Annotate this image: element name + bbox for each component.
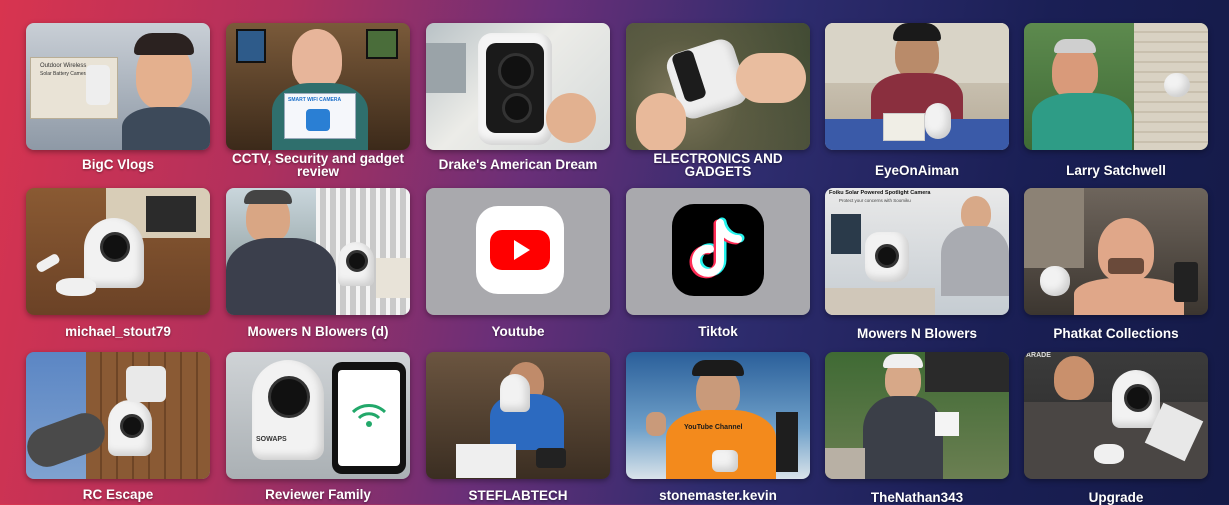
channel-thumbnail[interactable] bbox=[26, 352, 210, 479]
channel-thumbnail[interactable] bbox=[226, 188, 410, 315]
channel-grid: Outdoor Wireless Solar Battery Camera Bi… bbox=[0, 0, 1229, 504]
box-text: SMART WIFI CAMERA bbox=[288, 97, 342, 103]
channel-thumbnail[interactable]: ARADE bbox=[1024, 352, 1208, 479]
channel-card-thenathan343[interactable]: TheNathan343 bbox=[825, 352, 1009, 504]
channel-thumbnail[interactable]: Foiku Solar Powered Spotlight Camera Pro… bbox=[825, 188, 1009, 315]
shirt-text: YouTube Channel bbox=[684, 424, 743, 431]
channel-name[interactable]: Drake's American Dream bbox=[426, 158, 610, 172]
channel-thumbnail[interactable] bbox=[825, 352, 1009, 479]
channel-name[interactable]: Tiktok bbox=[626, 325, 810, 339]
banner-text: Foiku Solar Powered Spotlight Camera bbox=[829, 190, 931, 196]
channel-name[interactable]: TheNathan343 bbox=[825, 491, 1009, 505]
tiktok-logo-icon bbox=[672, 204, 764, 296]
channel-name[interactable]: CCTV, Security and gadget review bbox=[226, 152, 410, 179]
channel-card-michael-stout79[interactable]: michael_stout79 bbox=[26, 188, 210, 338]
corner-tag: ARADE bbox=[1026, 352, 1051, 359]
channel-card-phatkat-collections[interactable]: Phatkat Collections bbox=[1024, 188, 1208, 340]
channel-thumbnail[interactable] bbox=[626, 23, 810, 150]
channel-thumbnail[interactable]: SMART WIFI CAMERA bbox=[226, 23, 410, 150]
channel-name[interactable]: michael_stout79 bbox=[26, 325, 210, 339]
channel-card-larry-satchwell[interactable]: Larry Satchwell bbox=[1024, 23, 1208, 177]
channel-name[interactable]: Youtube bbox=[426, 325, 610, 339]
channel-card-upgrade[interactable]: ARADE Upgrade bbox=[1024, 352, 1208, 504]
channel-name[interactable]: STEFLABTECH bbox=[426, 489, 610, 503]
banner-text: Protect your concerns with Soomiku bbox=[839, 198, 911, 203]
channel-name[interactable]: Phatkat Collections bbox=[1024, 327, 1208, 341]
channel-card-mowers-n-blowers[interactable]: Foiku Solar Powered Spotlight Camera Pro… bbox=[825, 188, 1009, 340]
channel-thumbnail[interactable] bbox=[26, 188, 210, 315]
channel-thumbnail[interactable] bbox=[1024, 23, 1208, 150]
channel-name[interactable]: BigC Vlogs bbox=[26, 158, 210, 172]
channel-thumbnail[interactable] bbox=[426, 23, 610, 150]
channel-card-youtube[interactable]: Youtube bbox=[426, 188, 610, 338]
channel-card-drakes-american-dream[interactable]: Drake's American Dream bbox=[426, 23, 610, 171]
channel-thumbnail[interactable] bbox=[626, 188, 810, 315]
channel-name[interactable]: Reviewer Family bbox=[226, 488, 410, 502]
channel-card-rc-escape[interactable]: RC Escape bbox=[26, 352, 210, 501]
channel-thumbnail[interactable]: YouTube Channel bbox=[626, 352, 810, 479]
channel-thumbnail[interactable] bbox=[825, 23, 1009, 150]
channel-thumbnail[interactable]: SOWAPS bbox=[226, 352, 410, 479]
channel-card-electronics-and-gadgets[interactable]: ELECTRONICS AND GADGETS bbox=[626, 23, 810, 178]
channel-name[interactable]: Mowers N Blowers (d) bbox=[226, 325, 410, 339]
wifi-icon bbox=[351, 404, 387, 427]
channel-card-cctv-security[interactable]: SMART WIFI CAMERA CCTV, Security and gad… bbox=[226, 23, 410, 178]
channel-card-mowers-n-blowers-d[interactable]: Mowers N Blowers (d) bbox=[226, 188, 410, 338]
channel-card-eyeonaiman[interactable]: EyeOnAiman bbox=[825, 23, 1009, 177]
channel-card-tiktok[interactable]: Tiktok bbox=[626, 188, 810, 338]
channel-name[interactable]: EyeOnAiman bbox=[825, 164, 1009, 178]
channel-card-steflabtech[interactable]: STEFLABTECH bbox=[426, 352, 610, 502]
channel-name[interactable]: stonemaster.kevin bbox=[626, 489, 810, 503]
channel-thumbnail[interactable]: Outdoor Wireless Solar Battery Camera bbox=[26, 23, 210, 150]
channel-name[interactable]: RC Escape bbox=[26, 488, 210, 502]
channel-thumbnail[interactable] bbox=[426, 188, 610, 315]
channel-name[interactable]: Mowers N Blowers bbox=[825, 327, 1009, 341]
channel-thumbnail[interactable] bbox=[1024, 188, 1208, 315]
channel-name[interactable]: Larry Satchwell bbox=[1024, 164, 1208, 178]
channel-card-reviewer-family[interactable]: SOWAPS Reviewer Family bbox=[226, 352, 410, 501]
channel-thumbnail[interactable] bbox=[426, 352, 610, 479]
youtube-logo-icon bbox=[476, 206, 564, 294]
channel-card-stonemaster-kevin[interactable]: YouTube Channel stonemaster.kevin bbox=[626, 352, 810, 502]
channel-name[interactable]: Upgrade bbox=[1024, 491, 1208, 505]
channel-card-bigc-vlogs[interactable]: Outdoor Wireless Solar Battery Camera Bi… bbox=[26, 23, 210, 171]
channel-name[interactable]: ELECTRONICS AND GADGETS bbox=[626, 152, 810, 179]
